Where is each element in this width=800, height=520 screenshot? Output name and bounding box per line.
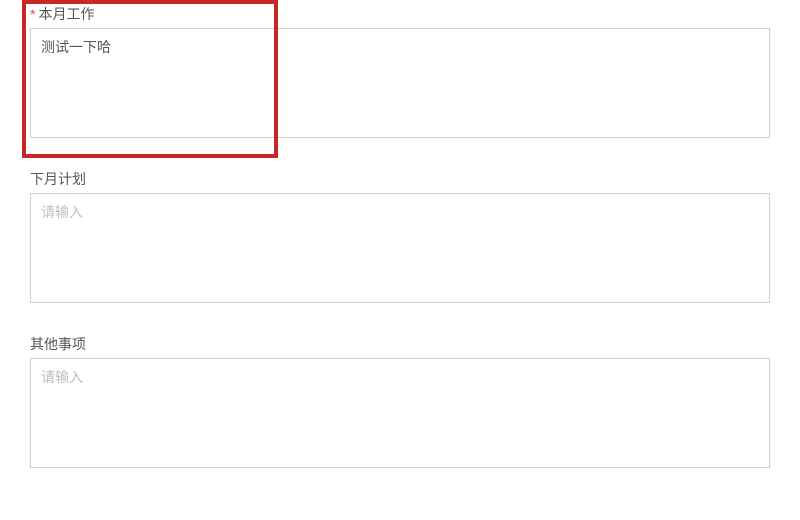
field-label-this-month: *本月工作 [30,4,770,24]
next-month-plan-textarea[interactable] [30,193,770,303]
field-label-other: 其他事项 [30,334,770,354]
other-matters-textarea[interactable] [30,358,770,468]
form-field-next-month: 下月计划 [30,169,770,306]
label-text-next-month: 下月计划 [30,171,86,187]
field-label-next-month: 下月计划 [30,169,770,189]
label-text-this-month: 本月工作 [38,6,94,22]
form-field-other: 其他事项 [30,334,770,471]
label-text-other: 其他事项 [30,336,86,352]
form-field-this-month: *本月工作 [30,4,770,141]
required-asterisk: * [30,6,35,22]
this-month-work-textarea[interactable] [30,28,770,138]
form-container: *本月工作 下月计划 其他事项 [0,0,800,519]
